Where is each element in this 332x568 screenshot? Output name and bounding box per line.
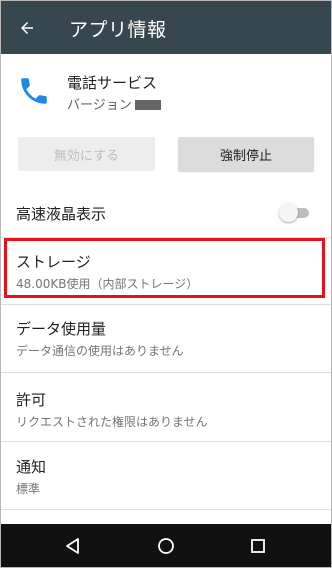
item-subtitle: 標準 [16, 482, 41, 496]
phone-icon [21, 78, 47, 104]
nav-back-button[interactable] [59, 532, 87, 560]
app-name: 電話サービス [67, 74, 158, 92]
divider [1, 509, 331, 510]
fast-lcd-toggle[interactable] [279, 203, 309, 223]
divider [1, 372, 331, 373]
list-item-permissions[interactable]: 許可 リクエストされた権限はありません [1, 376, 331, 440]
item-title: データ使用量 [16, 320, 107, 338]
app-version: バージョン [67, 94, 161, 113]
item-title: 通知 [16, 458, 47, 476]
list-item-notifications[interactable]: 通知 標準 [1, 443, 331, 507]
version-redacted [134, 100, 161, 110]
app-header: 電話サービス バージョン [1, 54, 331, 132]
nav-home-icon [158, 538, 174, 554]
force-stop-button[interactable]: 強制停止 [178, 137, 314, 171]
version-label: バージョン [67, 98, 132, 113]
nav-recents-icon [251, 539, 265, 553]
nav-recents-button[interactable] [244, 532, 272, 560]
screen: アプリ情報 電話サービス バージョン 無効にする 強制停止 高速液晶表示 ストレ… [0, 0, 332, 568]
toggle-thumb [279, 203, 298, 222]
navigation-bar [1, 524, 331, 567]
fast-lcd-label: 高速液晶表示 [16, 205, 107, 223]
item-subtitle: リクエストされた権限はありません [16, 415, 208, 429]
nav-home-button[interactable] [152, 532, 180, 560]
arrow-back-icon [21, 22, 33, 34]
list-item-data-usage[interactable]: データ使用量 データ通信の使用はありません [1, 305, 331, 369]
item-title: 許可 [16, 391, 47, 409]
fast-lcd-row[interactable]: 高速液晶表示 [1, 191, 331, 236]
highlight-box [4, 238, 325, 298]
nav-back-icon [66, 538, 79, 554]
app-bar: アプリ情報 [1, 1, 331, 54]
item-subtitle: データ通信の使用はありません [16, 344, 184, 358]
back-button[interactable] [9, 10, 45, 46]
page-title: アプリ情報 [69, 19, 167, 41]
divider [1, 441, 331, 442]
disable-button[interactable]: 無効にする [18, 137, 155, 171]
